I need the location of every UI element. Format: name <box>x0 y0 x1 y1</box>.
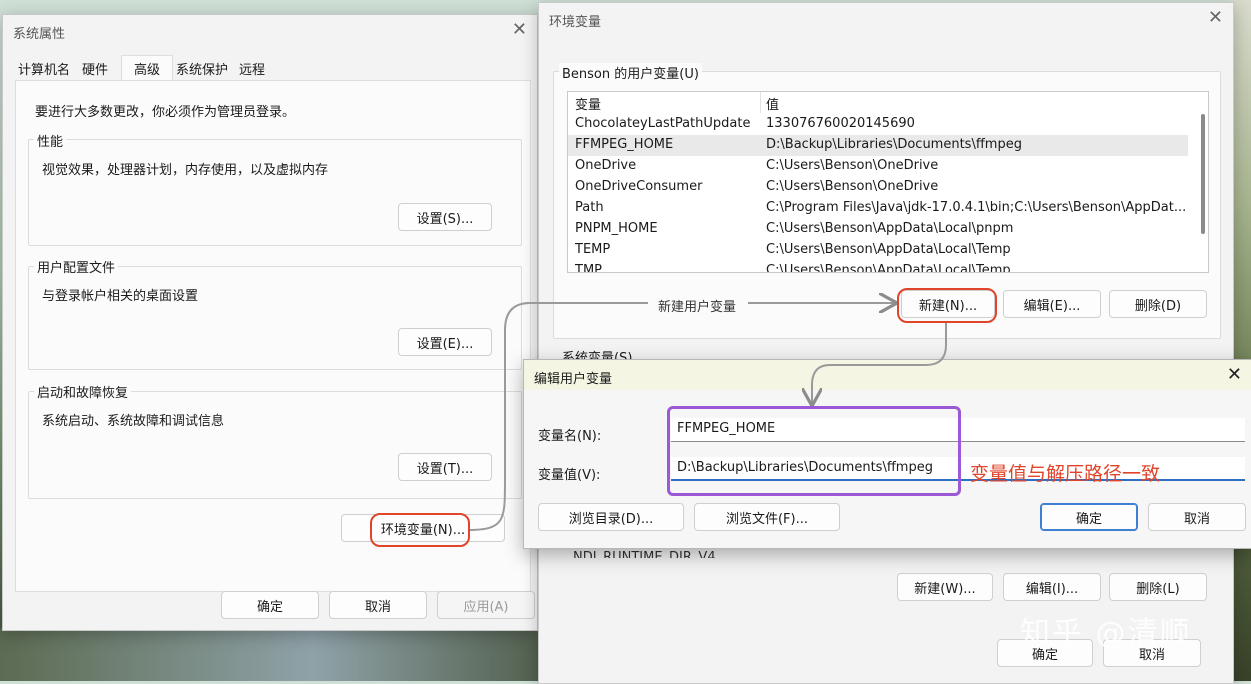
row-name: OneDrive <box>575 158 637 173</box>
startup-desc: 系统启动、系统故障和调试信息 <box>42 414 225 429</box>
user-edit-button[interactable]: 编辑(E)... <box>1003 290 1101 318</box>
user-variables-label: Benson 的用户变量(U) <box>559 63 702 82</box>
admin-note: 要进行大多数更改，你必须作为管理员登录。 <box>35 105 296 120</box>
close-icon[interactable]: ✕ <box>512 19 527 40</box>
column-separator[interactable] <box>760 92 761 113</box>
system-new-button[interactable]: 新建(W)... <box>897 573 993 601</box>
close-icon[interactable]: ✕ <box>1208 7 1223 28</box>
row-value: C:\Users\Benson\OneDrive <box>766 179 939 194</box>
row-value: D:\Backup\Libraries\Documents\ffmpeg <box>766 137 1022 152</box>
system-edit-button[interactable]: 编辑(I)... <box>1003 573 1101 601</box>
browse-directory-button[interactable]: 浏览目录(D)... <box>538 503 684 531</box>
row-name: FFMPEG_HOME <box>575 137 674 152</box>
table-row[interactable]: OneDriveConsumer C:\Users\Benson\OneDriv… <box>568 177 1188 198</box>
row-name: TMP <box>575 263 602 273</box>
variable-value-label: 变量值(V): <box>538 468 601 483</box>
table-row-selected[interactable]: FFMPEG_HOME D:\Backup\Libraries\Document… <box>568 135 1188 156</box>
profile-settings-button[interactable]: 设置(E)... <box>398 328 492 356</box>
annotation-value-note: 变量值与解压路径一致 <box>970 463 1161 485</box>
row-value: C:\Users\Benson\OneDrive <box>766 158 939 173</box>
user-delete-button[interactable]: 删除(D) <box>1109 290 1207 318</box>
row-name: Path <box>575 200 604 215</box>
dialog-titlebar <box>524 360 1251 390</box>
row-value: 133076760020145690 <box>766 116 915 131</box>
profile-desc: 与登录帐户相关的桌面设置 <box>42 289 199 304</box>
performance-desc: 视觉效果，处理器计划，内存使用，以及虚拟内存 <box>42 163 329 178</box>
tab-computer-name[interactable]: 计算机名 <box>15 57 73 79</box>
highlight-fields <box>667 406 961 496</box>
user-variables-list[interactable]: 变量 值 ChocolateyLastPathUpdate 1330767600… <box>567 91 1209 273</box>
tab-remote[interactable]: 远程 <box>236 57 268 79</box>
watermark: 知乎 @清顺 <box>1020 616 1192 651</box>
window-title: 环境变量 <box>549 15 602 30</box>
performance-settings-button[interactable]: 设置(S)... <box>398 203 492 231</box>
column-header-variable[interactable]: 变量 <box>575 94 601 113</box>
vertical-scrollbar[interactable] <box>1201 114 1205 234</box>
highlight-new-button <box>897 288 997 323</box>
variable-name-label: 变量名(N): <box>538 429 602 444</box>
apply-button[interactable]: 应用(A) <box>437 591 535 619</box>
ok-button[interactable]: 确定 <box>221 591 319 619</box>
close-icon[interactable]: ✕ <box>1227 364 1242 385</box>
dialog-title: 编辑用户变量 <box>534 372 613 387</box>
table-row[interactable]: TEMP C:\Users\Benson\AppData\Local\Temp <box>568 240 1188 261</box>
highlight-env-button <box>370 513 470 547</box>
startup-group <box>28 391 522 499</box>
table-row[interactable]: PNPM_HOME C:\Users\Benson\AppData\Local\… <box>568 219 1188 240</box>
browse-file-button[interactable]: 浏览文件(F)... <box>694 503 840 531</box>
system-partial-row[interactable]: NDI_RUNTIME_DIR_V4 <box>573 550 716 558</box>
list-header: 变量 值 <box>568 92 1188 113</box>
row-name: TEMP <box>575 242 611 257</box>
row-name: OneDriveConsumer <box>575 179 703 194</box>
window-title: 系统属性 <box>13 27 66 42</box>
row-name: ChocolateyLastPathUpdate <box>575 116 751 131</box>
row-value: C:\Program Files\Java\jdk-17.0.4.1\bin;C… <box>766 200 1186 215</box>
annotation-new-user-variable: 新建用户变量 <box>658 300 737 315</box>
table-row[interactable]: ChocolateyLastPathUpdate 133076760020145… <box>568 114 1188 135</box>
row-value: C:\Users\Benson\AppData\Local\Temp <box>766 263 1011 273</box>
table-row[interactable]: TMP C:\Users\Benson\AppData\Local\Temp <box>568 261 1188 273</box>
startup-label: 启动和故障恢复 <box>34 382 132 401</box>
startup-settings-button[interactable]: 设置(T)... <box>398 453 492 481</box>
profile-label: 用户配置文件 <box>34 257 119 276</box>
cancel-button[interactable]: 取消 <box>329 591 427 619</box>
row-name: PNPM_HOME <box>575 221 658 236</box>
tab-hardware[interactable]: 硬件 <box>79 57 111 79</box>
tab-advanced[interactable]: 高级 <box>121 55 173 80</box>
row-value: C:\Users\Benson\AppData\Local\pnpm <box>766 221 1014 236</box>
tab-system-protection[interactable]: 系统保护 <box>173 57 231 79</box>
ok-button[interactable]: 确定 <box>1040 503 1138 531</box>
cancel-button[interactable]: 取消 <box>1148 503 1246 531</box>
column-header-value[interactable]: 值 <box>766 94 1186 113</box>
row-value: C:\Users\Benson\AppData\Local\Temp <box>766 242 1011 257</box>
table-row[interactable]: Path C:\Program Files\Java\jdk-17.0.4.1\… <box>568 198 1188 219</box>
system-delete-button[interactable]: 删除(L) <box>1109 573 1207 601</box>
table-row[interactable]: OneDrive C:\Users\Benson\OneDrive <box>568 156 1188 177</box>
performance-label: 性能 <box>34 131 67 150</box>
environment-variables-window: 环境变量 ✕ Benson 的用户变量(U) 变量 值 ChocolateyLa… <box>538 2 1234 684</box>
